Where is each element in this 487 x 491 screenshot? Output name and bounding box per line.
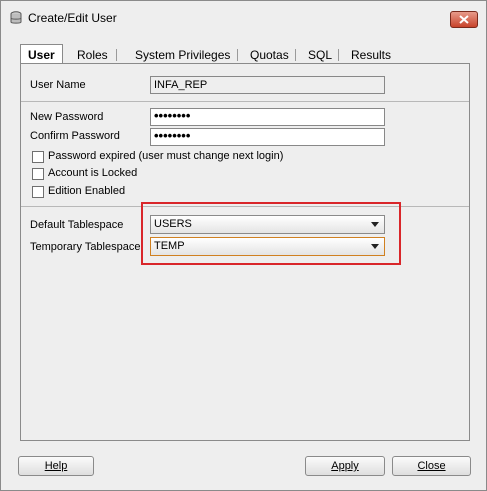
user-name-field[interactable]: INFA_REP: [150, 76, 385, 94]
tab-user[interactable]: User: [20, 44, 63, 64]
apply-button[interactable]: Apply: [305, 456, 385, 476]
tab-roles[interactable]: Roles: [77, 48, 108, 62]
new-password-field[interactable]: ••••••••: [150, 108, 385, 126]
account-locked-label: Account is Locked: [48, 167, 138, 179]
user-name-label: User Name: [30, 79, 86, 91]
help-button-label: Help: [44, 460, 68, 472]
tab-separator: [116, 49, 117, 61]
close-button-label: Close: [417, 460, 446, 472]
temporary-tablespace-label: Temporary Tablespace: [30, 241, 141, 253]
default-tablespace-label: Default Tablespace: [30, 219, 124, 231]
edition-enabled-label: Edition Enabled: [48, 185, 126, 197]
create-edit-user-dialog: Create/Edit User User Roles System Privi…: [0, 0, 487, 491]
password-expired-label: Password expired (user must change next …: [48, 150, 284, 162]
account-locked-checkbox[interactable]: [32, 168, 44, 180]
close-button[interactable]: Close: [392, 456, 471, 476]
tab-quotas[interactable]: Quotas: [250, 48, 289, 62]
apply-button-label: Apply: [331, 460, 359, 472]
database-icon: [10, 11, 22, 24]
tab-separator: [338, 49, 339, 61]
window-title: Create/Edit User: [28, 11, 117, 25]
tab-sql[interactable]: SQL: [308, 48, 332, 62]
tab-results[interactable]: Results: [351, 48, 391, 62]
tab-system-privileges[interactable]: System Privileges: [135, 48, 230, 62]
password-expired-checkbox[interactable]: [32, 151, 44, 163]
tab-separator: [237, 49, 238, 61]
highlight-annotation-box: [141, 202, 401, 265]
confirm-password-field[interactable]: ••••••••: [150, 128, 385, 146]
close-icon: [459, 15, 469, 24]
tab-separator: [295, 49, 296, 61]
title-bar: Create/Edit User: [1, 1, 486, 35]
new-password-label: New Password: [30, 111, 104, 123]
divider: [21, 101, 469, 102]
help-button[interactable]: Help: [18, 456, 94, 476]
window-close-button[interactable]: [450, 11, 478, 28]
edition-enabled-checkbox[interactable]: [32, 186, 44, 198]
confirm-password-label: Confirm Password: [30, 130, 120, 142]
